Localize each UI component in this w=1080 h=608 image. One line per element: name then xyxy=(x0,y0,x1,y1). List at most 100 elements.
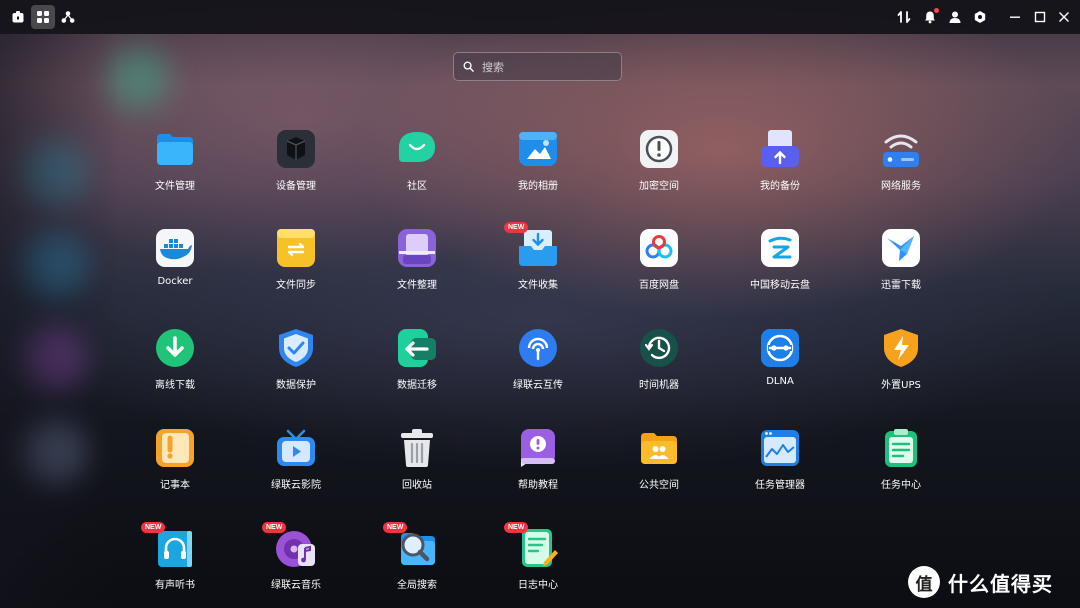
trash-icon xyxy=(397,428,437,468)
file-organize-icon xyxy=(397,228,437,268)
app-public-space[interactable]: 公共空间 xyxy=(609,428,709,508)
app-label: 数据保护 xyxy=(276,380,316,391)
encrypted-space-icon xyxy=(639,129,679,169)
ups-icon xyxy=(881,328,921,368)
app-label: 时间机器 xyxy=(639,380,679,391)
user-icon[interactable] xyxy=(943,5,967,29)
notepad-icon xyxy=(155,428,195,468)
app-grid-icon[interactable] xyxy=(31,5,55,29)
app-log-center[interactable]: NEW 日志中心 xyxy=(488,522,588,608)
photo-album-icon xyxy=(518,129,558,169)
watermark-logo-icon: 值 xyxy=(908,566,940,598)
tv-cinema-icon xyxy=(276,428,316,468)
app-label: 全局搜索 xyxy=(397,580,437,591)
new-badge: NEW xyxy=(141,522,166,533)
app-label: 绿联云互传 xyxy=(513,380,563,391)
app-task-manager[interactable]: 任务管理器 xyxy=(730,428,830,508)
docker-icon xyxy=(155,228,195,268)
xunlei-download-icon xyxy=(881,228,921,268)
top-bar xyxy=(0,0,1080,34)
app-label: 文件同步 xyxy=(276,280,316,291)
backup-icon xyxy=(760,129,800,169)
app-community[interactable]: 社区 xyxy=(367,129,467,209)
app-file-sync[interactable]: 文件同步 xyxy=(246,228,346,308)
app-file-manager[interactable]: 文件管理 xyxy=(125,129,225,209)
app-audiobook[interactable]: NEW 有声听书 xyxy=(125,522,225,608)
network-service-icon xyxy=(881,129,921,169)
app-label: 文件收集 xyxy=(518,280,558,291)
network-topology-icon[interactable] xyxy=(56,5,80,29)
file-collect-icon xyxy=(518,228,558,268)
app-task-center[interactable]: 任务中心 xyxy=(851,428,951,508)
app-transfer[interactable]: 绿联云互传 xyxy=(488,328,588,408)
app-my-backup[interactable]: 我的备份 xyxy=(730,129,830,209)
app-label: 百度网盘 xyxy=(639,280,679,291)
app-label: 绿联云影院 xyxy=(271,480,321,491)
app-time-machine[interactable]: 时间机器 xyxy=(609,328,709,408)
transfer-icon xyxy=(518,328,558,368)
app-notepad[interactable]: 记事本 xyxy=(125,428,225,508)
app-label: 中国移动云盘 xyxy=(750,280,810,291)
app-file-collect[interactable]: NEW 文件收集 xyxy=(488,222,588,308)
task-center-icon xyxy=(881,428,921,468)
app-label: 文件整理 xyxy=(397,280,437,291)
task-manager-icon xyxy=(760,428,800,468)
app-dlna[interactable]: DLNA xyxy=(730,328,830,408)
notification-dot xyxy=(934,8,939,13)
search-placeholder: 搜索 xyxy=(482,60,504,74)
file-sync-icon xyxy=(276,228,316,268)
maximize-icon[interactable] xyxy=(1028,5,1052,29)
app-label: 我的备份 xyxy=(760,181,800,192)
app-label: 社区 xyxy=(407,181,427,192)
app-external-ups[interactable]: 外置UPS xyxy=(851,328,951,408)
app-xunlei-download[interactable]: 迅雷下载 xyxy=(851,228,951,308)
device-box-icon xyxy=(276,129,316,169)
new-badge: NEW xyxy=(504,522,529,533)
app-label: 文件管理 xyxy=(155,181,195,192)
app-help-tutorial[interactable]: 帮助教程 xyxy=(488,428,588,508)
app-data-migration[interactable]: 数据迁移 xyxy=(367,328,467,408)
data-protection-shield-icon xyxy=(276,328,316,368)
app-label: 有声听书 xyxy=(155,580,195,591)
app-label: 绿联云音乐 xyxy=(271,580,321,591)
settings-gear-icon[interactable] xyxy=(968,5,992,29)
close-icon[interactable] xyxy=(1052,5,1076,29)
app-network-service[interactable]: 网络服务 xyxy=(851,129,951,209)
watermark-text: 什么值得买 xyxy=(948,571,1053,596)
log-center-icon xyxy=(518,528,558,568)
app-data-protection[interactable]: 数据保护 xyxy=(246,328,346,408)
minimize-icon[interactable] xyxy=(1003,5,1027,29)
app-china-mobile-cloud[interactable]: 中国移动云盘 xyxy=(730,228,830,308)
app-label: 记事本 xyxy=(160,480,190,491)
app-label: 任务中心 xyxy=(881,480,921,491)
public-space-folder-icon xyxy=(639,428,679,468)
home-icon[interactable] xyxy=(6,5,30,29)
app-cinema[interactable]: 绿联云影院 xyxy=(246,428,346,508)
music-icon xyxy=(276,528,316,568)
folder-icon xyxy=(155,129,195,169)
app-label: 我的相册 xyxy=(518,181,558,192)
app-docker[interactable]: Docker xyxy=(125,228,225,308)
app-label: 任务管理器 xyxy=(755,480,805,491)
app-music[interactable]: NEW 绿联云音乐 xyxy=(246,522,346,608)
app-global-search[interactable]: NEW 全局搜索 xyxy=(367,522,467,608)
app-encrypted-space[interactable]: 加密空间 xyxy=(609,129,709,209)
app-file-organize[interactable]: 文件整理 xyxy=(367,228,467,308)
audiobook-icon xyxy=(155,528,195,568)
app-baidu-netdisk[interactable]: 百度网盘 xyxy=(609,228,709,308)
baidu-netdisk-icon xyxy=(639,228,679,268)
transfer-arrows-icon[interactable] xyxy=(892,5,916,29)
app-my-album[interactable]: 我的相册 xyxy=(488,129,588,209)
app-label: Docker xyxy=(157,276,193,287)
app-offline-download[interactable]: 离线下载 xyxy=(125,328,225,408)
global-search-icon xyxy=(397,528,437,568)
time-machine-icon xyxy=(639,328,679,368)
offline-download-icon xyxy=(155,328,195,368)
app-device-manager[interactable]: 设备管理 xyxy=(246,129,346,209)
app-label: 日志中心 xyxy=(518,580,558,591)
app-label: 网络服务 xyxy=(881,181,921,192)
new-badge: NEW xyxy=(504,222,529,233)
notification-bell-icon[interactable] xyxy=(918,5,942,29)
search-input[interactable]: 搜索 xyxy=(453,52,622,81)
app-recycle-bin[interactable]: 回收站 xyxy=(367,428,467,508)
